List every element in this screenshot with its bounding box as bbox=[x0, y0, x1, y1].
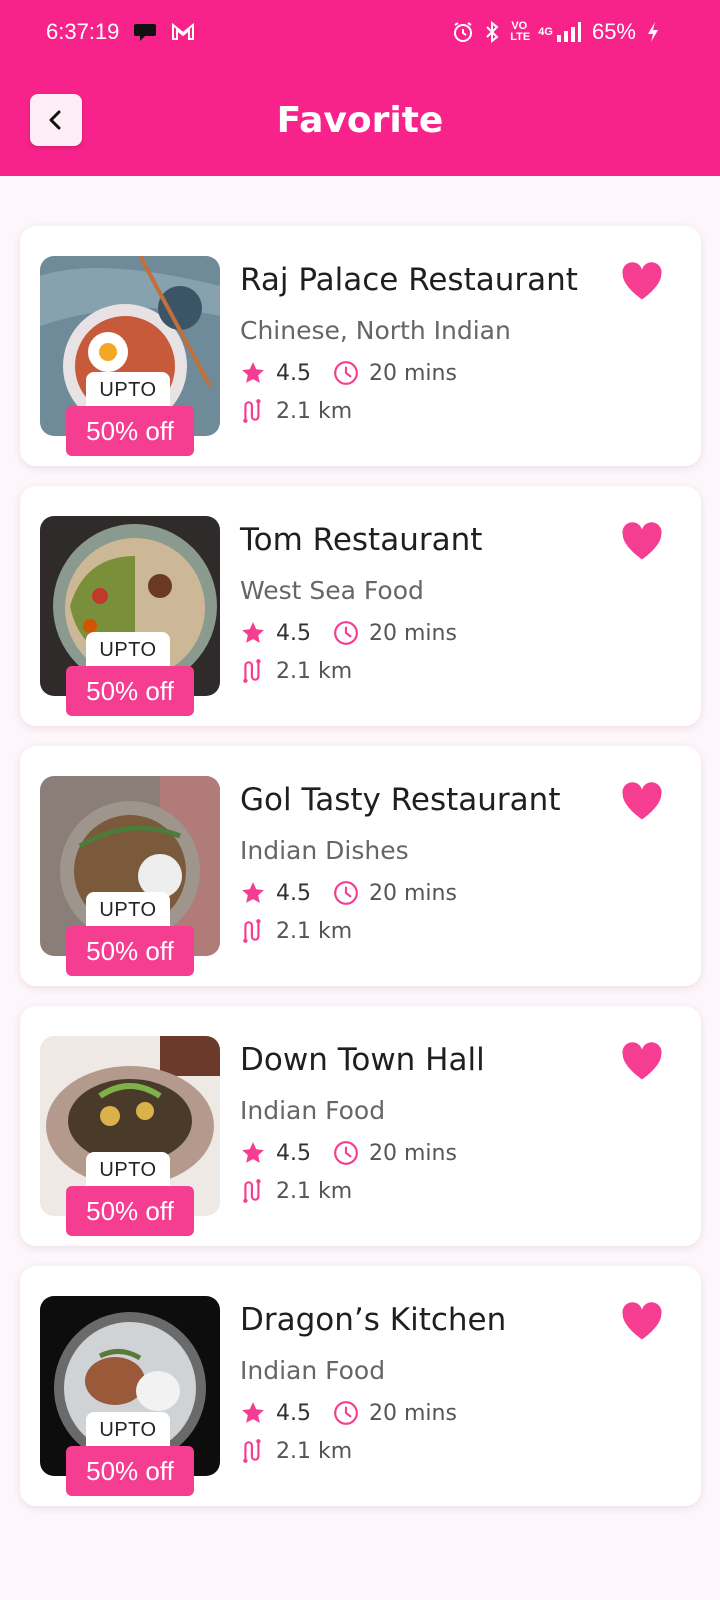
rating-value: 4.5 bbox=[276, 360, 311, 386]
star-icon bbox=[242, 362, 264, 383]
upto-label: UPTO bbox=[86, 372, 170, 408]
gmail-icon bbox=[171, 23, 195, 41]
restaurant-name: Tom Restaurant bbox=[240, 522, 483, 558]
restaurant-name: Dragon’s Kitchen bbox=[240, 1302, 507, 1338]
restaurant-meta: 4.5 20 mins bbox=[240, 1400, 457, 1426]
heart-icon bbox=[622, 522, 662, 560]
delivery-time: 20 mins bbox=[369, 880, 457, 906]
delivery-time: 20 mins bbox=[369, 1400, 457, 1426]
delivery-time: 20 mins bbox=[369, 360, 457, 386]
delivery-time: 20 mins bbox=[369, 1140, 457, 1166]
bluetooth-icon bbox=[484, 21, 500, 43]
distance-value: 2.1 km bbox=[276, 398, 353, 424]
favorite-button[interactable] bbox=[620, 260, 664, 304]
restaurant-distance: 2.1 km bbox=[240, 918, 352, 944]
battery-level: 65% bbox=[591, 19, 636, 44]
restaurant-meta: 4.5 20 mins bbox=[240, 360, 457, 386]
header: Favorite bbox=[0, 88, 720, 152]
restaurant-distance: 2.1 km bbox=[240, 1178, 352, 1204]
upto-label: UPTO bbox=[86, 1412, 170, 1448]
status-bar: 6:37:19 VO LTE 4G 65% bbox=[0, 0, 720, 64]
alarm-icon bbox=[452, 21, 474, 43]
network-type: 4G bbox=[538, 25, 553, 38]
restaurant-card[interactable]: UPTO 50% off Dragon’s Kitchen Indian Foo… bbox=[20, 1266, 701, 1506]
star-icon bbox=[242, 622, 264, 643]
restaurant-meta: 4.5 20 mins bbox=[240, 1140, 457, 1166]
favorite-button[interactable] bbox=[620, 520, 664, 564]
star-icon bbox=[242, 1142, 264, 1163]
delivery-time: 20 mins bbox=[369, 620, 457, 646]
heart-icon bbox=[622, 1042, 662, 1080]
restaurant-meta: 4.5 20 mins bbox=[240, 880, 457, 906]
restaurant-cuisine: Indian Dishes bbox=[240, 836, 409, 865]
route-icon bbox=[243, 1439, 261, 1463]
offer-badge: 50% off bbox=[66, 406, 194, 456]
rating-value: 4.5 bbox=[276, 1400, 311, 1426]
restaurant-card[interactable]: UPTO 50% off Gol Tasty Restaurant Indian… bbox=[20, 746, 701, 986]
clock-icon bbox=[334, 361, 358, 385]
heart-icon bbox=[622, 262, 662, 300]
restaurant-card[interactable]: UPTO 50% off Down Town Hall Indian Food … bbox=[20, 1006, 701, 1246]
chat-icon bbox=[133, 22, 157, 42]
clock-icon bbox=[334, 881, 358, 905]
chevron-left-icon bbox=[49, 110, 61, 130]
clock-icon bbox=[334, 621, 358, 645]
restaurant-name: Raj Palace Restaurant bbox=[240, 262, 578, 298]
distance-value: 2.1 km bbox=[276, 1438, 353, 1464]
status-right: VO LTE 4G 65% bbox=[452, 19, 674, 45]
restaurant-cuisine: Indian Food bbox=[240, 1096, 386, 1125]
clock-icon bbox=[334, 1141, 358, 1165]
route-icon bbox=[243, 1179, 261, 1203]
restaurant-cuisine: West Sea Food bbox=[240, 576, 424, 605]
clock-icon bbox=[334, 1401, 358, 1425]
battery-charging-icon bbox=[646, 21, 660, 43]
distance-value: 2.1 km bbox=[276, 658, 353, 684]
offer-badge: 50% off bbox=[66, 666, 194, 716]
offer-badge: 50% off bbox=[66, 1186, 194, 1236]
restaurant-distance: 2.1 km bbox=[240, 1438, 352, 1464]
back-button[interactable] bbox=[30, 94, 82, 146]
restaurant-card[interactable]: UPTO 50% off Raj Palace Restaurant Chine… bbox=[20, 226, 701, 466]
rating-value: 4.5 bbox=[276, 620, 311, 646]
upto-label: UPTO bbox=[86, 892, 170, 928]
favorite-button[interactable] bbox=[620, 780, 664, 824]
restaurant-distance: 2.1 km bbox=[240, 658, 352, 684]
route-icon bbox=[243, 399, 261, 423]
favorite-button[interactable] bbox=[620, 1300, 664, 1344]
status-time: 6:37:19 bbox=[46, 19, 120, 44]
route-icon bbox=[243, 919, 261, 943]
restaurant-cuisine: Indian Food bbox=[240, 1356, 386, 1385]
restaurant-name: Down Town Hall bbox=[240, 1042, 485, 1078]
app-bar: 6:37:19 VO LTE 4G 65% Favorite bbox=[0, 0, 720, 176]
volte-icon: VO LTE bbox=[510, 20, 531, 43]
star-icon bbox=[242, 1402, 264, 1423]
favorites-list: UPTO 50% off Raj Palace Restaurant Chine… bbox=[20, 226, 701, 1526]
restaurant-meta: 4.5 20 mins bbox=[240, 620, 457, 646]
heart-icon bbox=[622, 1302, 662, 1340]
upto-label: UPTO bbox=[86, 632, 170, 668]
restaurant-name: Gol Tasty Restaurant bbox=[240, 782, 561, 818]
rating-value: 4.5 bbox=[276, 1140, 311, 1166]
offer-badge: 50% off bbox=[66, 926, 194, 976]
favorite-button[interactable] bbox=[620, 1040, 664, 1084]
offer-badge: 50% off bbox=[66, 1446, 194, 1496]
upto-label: UPTO bbox=[86, 1152, 170, 1188]
distance-value: 2.1 km bbox=[276, 1178, 353, 1204]
distance-value: 2.1 km bbox=[276, 918, 353, 944]
heart-icon bbox=[622, 782, 662, 820]
status-left: 6:37:19 bbox=[46, 19, 195, 45]
restaurant-card[interactable]: UPTO 50% off Tom Restaurant West Sea Foo… bbox=[20, 486, 701, 726]
route-icon bbox=[243, 659, 261, 683]
restaurant-distance: 2.1 km bbox=[240, 398, 352, 424]
page-title: Favorite bbox=[276, 99, 444, 141]
restaurant-cuisine: Chinese, North Indian bbox=[240, 316, 511, 345]
star-icon bbox=[242, 882, 264, 903]
signal-icon: 4G bbox=[538, 21, 582, 43]
rating-value: 4.5 bbox=[276, 880, 311, 906]
